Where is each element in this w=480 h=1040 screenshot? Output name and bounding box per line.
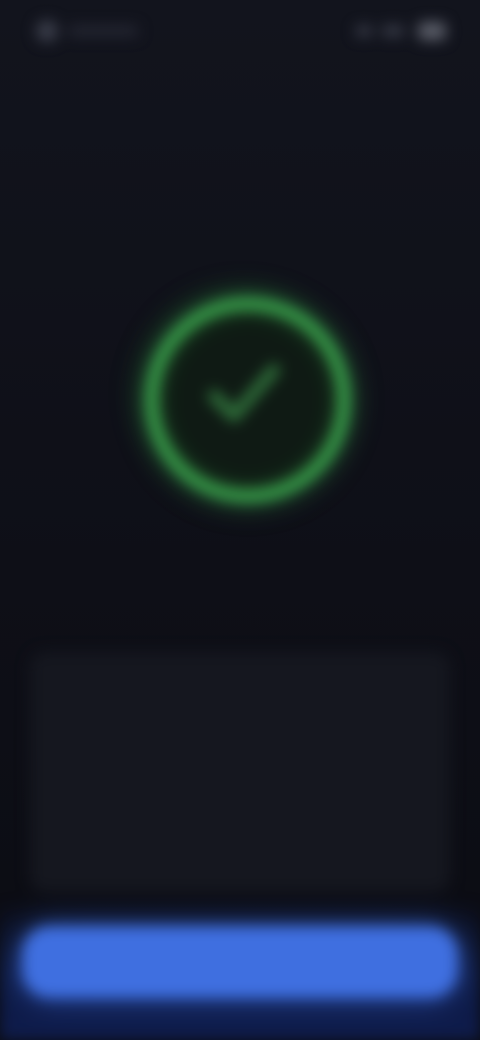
info-card [30, 652, 450, 892]
status-right [350, 18, 450, 42]
app-screen [0, 0, 480, 1040]
signal-icon [356, 26, 372, 36]
app-icon [36, 20, 58, 42]
status-bar [30, 14, 450, 46]
status-left [30, 18, 150, 42]
blurred-content [0, 0, 480, 1040]
wifi-icon [382, 26, 404, 36]
primary-action-button[interactable] [22, 926, 458, 998]
battery-icon [418, 22, 446, 40]
check-icon [208, 364, 280, 422]
status-time [68, 26, 138, 36]
